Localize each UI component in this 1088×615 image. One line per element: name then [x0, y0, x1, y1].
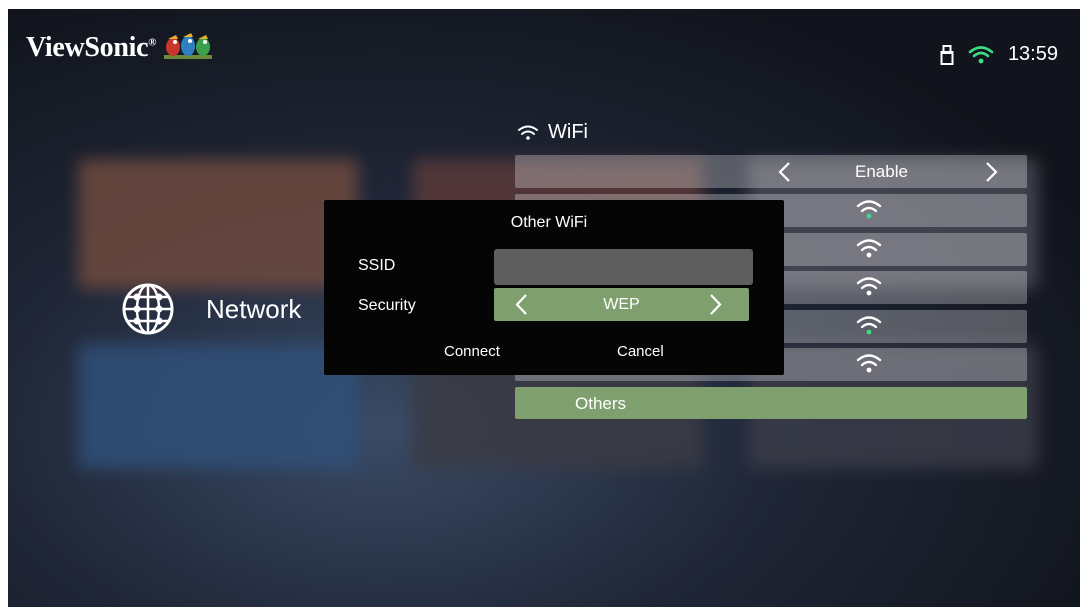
birds-logo-icon [164, 33, 213, 59]
other-wifi-dialog: Other WiFi SSID Security WEP Connect Can… [324, 200, 784, 375]
usb-storage-icon [940, 44, 954, 65]
brand-logo: ViewSonic® [26, 31, 213, 65]
chevron-right-icon[interactable] [985, 161, 999, 183]
brand-name: ViewSonic® [26, 32, 157, 63]
ssid-input[interactable] [494, 249, 753, 285]
dialog-title: Other WiFi [510, 214, 588, 231]
cancel-button[interactable]: Cancel [617, 343, 664, 360]
wifi-icon [968, 45, 994, 63]
wifi-enable-value: Enable [855, 162, 908, 181]
security-label: Security [358, 297, 416, 314]
sidebar-item-network[interactable]: Network [120, 281, 301, 337]
wifi-signal-icon [856, 316, 882, 335]
status-bar: 13:59 [940, 43, 1058, 66]
sidebar-item-label: Network [206, 293, 302, 324]
wifi-others-label: Others [575, 394, 627, 413]
wifi-enable-row[interactable]: Enable [515, 155, 1027, 188]
wifi-signal-icon [856, 277, 882, 296]
projector-screen: ViewSonic® 13:59 Network WiFi Enable Oth… [8, 9, 1080, 607]
globe-network-icon [122, 283, 174, 335]
wifi-panel-header: WiFi [518, 121, 588, 144]
ssid-label: SSID [358, 257, 396, 274]
background-tile [78, 344, 358, 469]
connect-button[interactable]: Connect [444, 343, 500, 360]
security-selector[interactable]: WEP [494, 288, 749, 321]
chevron-right-icon[interactable] [709, 293, 723, 316]
clock: 13:59 [1007, 43, 1058, 65]
background-tile [78, 159, 358, 289]
wifi-signal-icon [856, 354, 882, 373]
wifi-icon [518, 125, 538, 140]
chevron-left-icon[interactable] [777, 161, 791, 183]
wifi-others-row[interactable]: Others [515, 387, 1027, 419]
wifi-signal-icon [856, 200, 882, 219]
wifi-panel-title: WiFi [548, 121, 588, 143]
wifi-signal-icon [856, 239, 882, 258]
